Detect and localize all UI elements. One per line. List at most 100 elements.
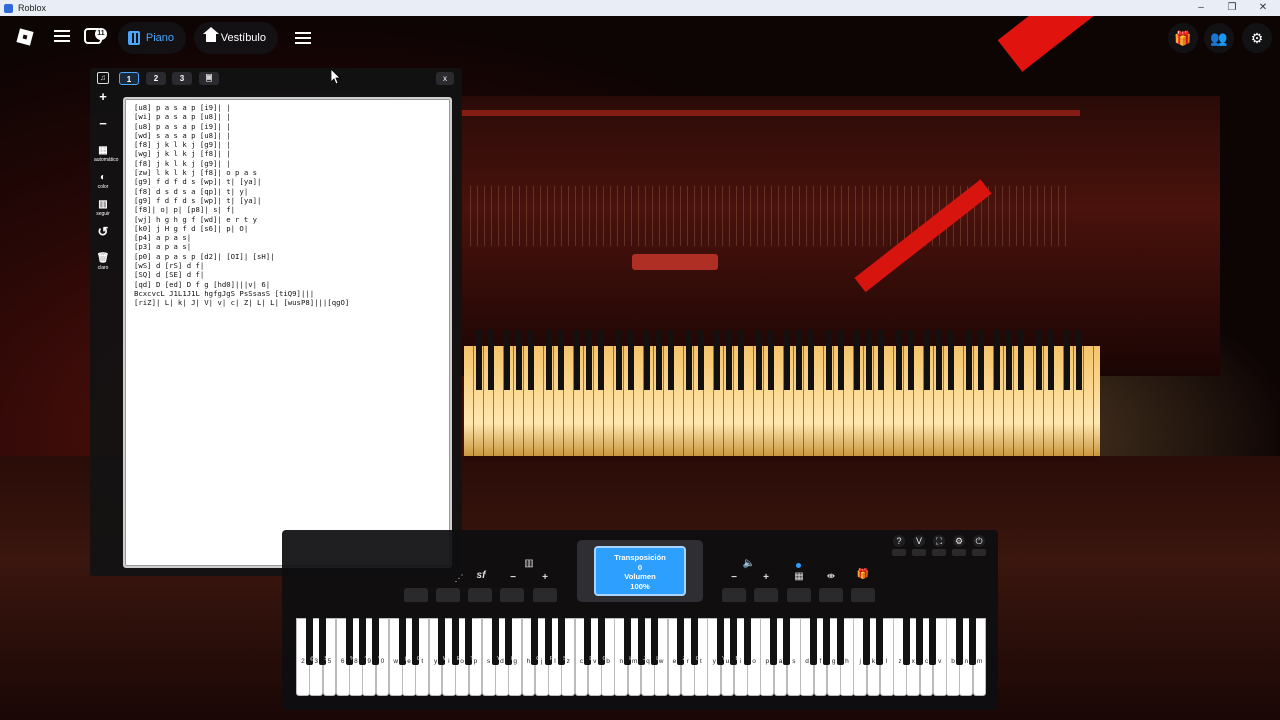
black-key[interactable]: B xyxy=(730,618,739,665)
grand-piano-black-key xyxy=(854,330,860,390)
black-key[interactable] xyxy=(783,618,791,665)
black-key[interactable] xyxy=(955,618,963,665)
black-key[interactable]: Z xyxy=(677,618,686,665)
sustain-button[interactable] xyxy=(468,588,492,604)
grand-piano-black-key xyxy=(908,330,914,390)
black-key[interactable]: D xyxy=(584,618,593,665)
black-key[interactable] xyxy=(863,618,871,665)
black-key[interactable] xyxy=(929,618,937,665)
zoom-in-button[interactable]: + xyxy=(94,90,112,108)
black-key[interactable]: J xyxy=(637,618,646,665)
more-menu-icon[interactable] xyxy=(295,31,311,46)
sheet-line: [qd] D [ed] D f g [hd0]|||v| 6| xyxy=(134,279,271,289)
settings-icon[interactable]: ⚙ xyxy=(953,535,965,547)
black-key[interactable]: * xyxy=(372,618,380,665)
transpose-minus-button[interactable] xyxy=(500,588,524,604)
trash-icon: 🗑 xyxy=(96,253,110,264)
tab-piano-label: Piano xyxy=(145,32,174,44)
tab-vestibulo[interactable]: Vestíbulo xyxy=(194,22,278,54)
black-key[interactable] xyxy=(916,618,924,665)
friends-icon[interactable]: 👥 xyxy=(1204,23,1234,53)
sheet-tab-1[interactable]: 1 xyxy=(119,72,139,85)
sheet-tab-3[interactable]: 3 xyxy=(172,72,192,85)
minimize-button[interactable]: – xyxy=(1186,0,1216,16)
sheet-tab-notes[interactable]: 🗏 xyxy=(199,72,219,85)
black-key[interactable]: ( xyxy=(398,618,407,665)
black-key[interactable]: Y xyxy=(491,618,500,665)
grand-piano-black-key xyxy=(1064,330,1070,390)
black-key[interactable] xyxy=(770,618,778,665)
fullscreen-icon[interactable]: ⛶ xyxy=(933,535,945,547)
auto-button[interactable]: ▦ automático xyxy=(94,144,118,163)
tab-piano[interactable]: Piano xyxy=(118,22,186,54)
grand-piano-black-key xyxy=(838,330,844,390)
follow-button[interactable]: ▥ seguir xyxy=(94,198,112,217)
help-icon[interactable]: ? xyxy=(893,535,905,547)
mini-pad xyxy=(972,549,986,556)
sheet-music-panel: ♫ 1 2 3 🗏 x + − ▦ automático ◐ color ▥ segu… xyxy=(90,68,462,585)
key-label: V xyxy=(722,656,726,662)
black-key[interactable]: ^ xyxy=(358,618,367,665)
black-key[interactable]: H xyxy=(624,618,633,665)
black-key[interactable]: Q xyxy=(411,618,421,665)
settings-icon[interactable]: ⚙ xyxy=(1242,23,1272,53)
close-window-button[interactable]: ✕ xyxy=(1248,0,1278,16)
black-key[interactable] xyxy=(876,618,884,665)
sheet-line: [wi] p a s a p [u8]| | xyxy=(134,112,231,122)
black-key[interactable]: V xyxy=(717,618,726,665)
black-key[interactable]: T xyxy=(465,618,474,665)
black-key[interactable] xyxy=(743,618,751,665)
key-label: C xyxy=(695,656,700,662)
black-key[interactable]: O xyxy=(531,618,540,665)
black-key[interactable]: P xyxy=(544,618,554,665)
sheet-line: [zw] l k l k j [f8]| o p a s xyxy=(134,168,258,178)
control-button[interactable] xyxy=(404,588,428,604)
menu-icon[interactable] xyxy=(54,29,70,43)
black-key[interactable]: % xyxy=(345,618,355,665)
roblox-app-icon xyxy=(4,3,13,13)
black-key[interactable] xyxy=(836,618,844,665)
control-button[interactable] xyxy=(436,588,460,604)
reset-button[interactable]: ↺ xyxy=(94,225,112,243)
sheet-line: [p3] a p a s| xyxy=(134,242,192,252)
black-key[interactable]: W xyxy=(438,618,448,665)
key-label: H xyxy=(629,656,634,662)
mini-pad xyxy=(892,549,906,556)
black-key[interactable]: C xyxy=(690,618,700,665)
control-button[interactable] xyxy=(851,588,875,604)
piano-lid-edge xyxy=(460,110,1080,116)
black-key[interactable] xyxy=(969,618,977,665)
volume-plus-button[interactable] xyxy=(754,588,778,604)
sheet-tab-2[interactable]: 2 xyxy=(146,72,166,85)
black-key[interactable]: L xyxy=(650,618,659,665)
color-button[interactable]: ◐ color xyxy=(94,171,112,190)
restore-button[interactable]: ❐ xyxy=(1217,0,1247,16)
key-label: S xyxy=(563,656,567,662)
control-button[interactable] xyxy=(787,588,811,604)
black-key[interactable]: $ xyxy=(319,618,328,665)
black-key[interactable] xyxy=(810,618,817,665)
grand-piano-black-key xyxy=(546,330,552,390)
sheet-line: [k0] j H g f d [s6]| p| O| xyxy=(134,223,249,233)
transpose-plus-button[interactable] xyxy=(533,588,557,604)
grand-piano-black-key xyxy=(698,330,704,390)
control-button[interactable] xyxy=(819,588,843,604)
zoom-out-button[interactable]: − xyxy=(94,117,112,135)
black-key[interactable]: I xyxy=(504,618,513,665)
black-key[interactable]: G xyxy=(597,618,607,665)
clear-button[interactable]: 🗑 claro xyxy=(94,252,112,271)
window-title: Roblox xyxy=(18,3,47,13)
grand-piano-black-key xyxy=(936,330,942,390)
key-label: P xyxy=(549,656,554,662)
sheet-close-button[interactable]: x xyxy=(436,72,454,85)
black-key[interactable] xyxy=(823,618,831,665)
black-key[interactable]: @ xyxy=(305,618,316,665)
black-key[interactable]: E xyxy=(451,618,461,665)
black-key[interactable] xyxy=(902,618,910,665)
black-key[interactable]: S xyxy=(557,618,567,665)
power-icon[interactable]: ⏻ xyxy=(973,535,985,547)
volume-minus-button[interactable] xyxy=(722,588,746,604)
version-icon[interactable]: V xyxy=(913,535,925,547)
sheet-text-area[interactable]: [u8] p a s a p [i9]| | [wi] p a s a p [u8… xyxy=(123,97,452,568)
gift-icon[interactable]: 🎁 xyxy=(1168,23,1198,53)
